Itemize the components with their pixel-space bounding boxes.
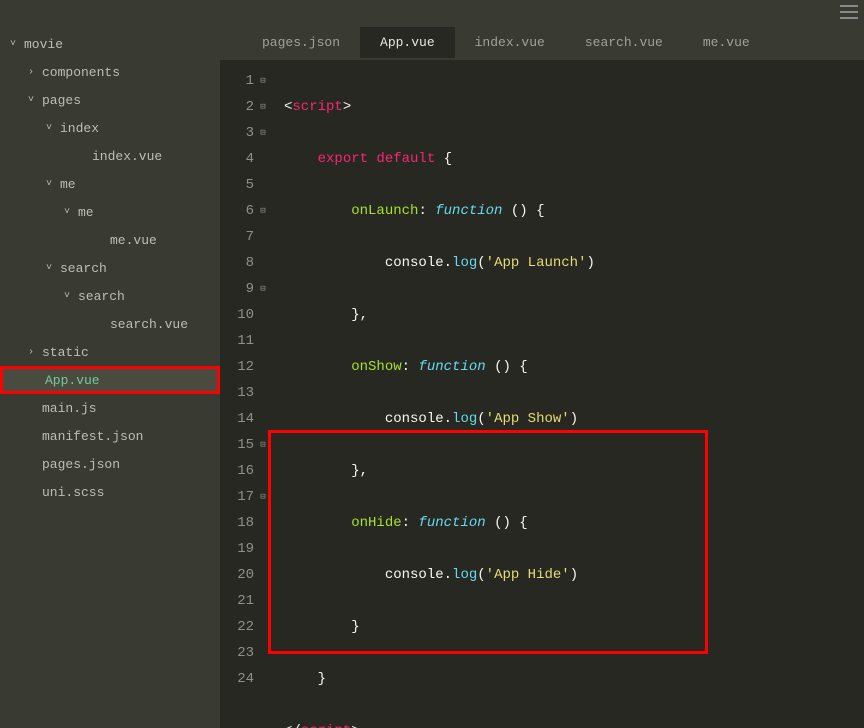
tab-pages-json[interactable]: pages.json [242, 27, 360, 58]
tree-folder-static[interactable]: › static [0, 338, 220, 366]
chevron-down-icon: ˅ [44, 263, 54, 274]
tree-folder-pages[interactable]: ˅ pages [0, 86, 220, 114]
tree-folder-index[interactable]: ˅ index [0, 114, 220, 142]
tree-label: App.vue [45, 373, 100, 388]
code-editor[interactable]: 1⊟ 2⊟ 3⊟ 4 5 6⊟ 7 8 9⊟ 10 11 12 13 14 15… [220, 60, 864, 728]
chevron-down-icon: ˅ [8, 39, 18, 50]
tab-me-vue[interactable]: me.vue [683, 27, 770, 58]
tree-label: search [60, 261, 107, 276]
tree-label: uni.scss [42, 485, 104, 500]
tree-label: main.js [42, 401, 97, 416]
tree-file-pages-json[interactable]: pages.json [0, 450, 220, 478]
tree-label: index [60, 121, 99, 136]
tree-label: manifest.json [42, 429, 143, 444]
tree-label: movie [24, 37, 63, 52]
tree-label: pages [42, 93, 81, 108]
editor-pane: pages.json App.vue index.vue search.vue … [220, 24, 864, 728]
tree-label: search [78, 289, 125, 304]
tree-label: search.vue [110, 317, 188, 332]
chevron-down-icon: ˅ [44, 179, 54, 190]
tree-file-uni-scss[interactable]: uni.scss [0, 478, 220, 506]
code-content[interactable]: <script> export default { onLaunch: func… [276, 60, 595, 728]
menubar [0, 0, 864, 24]
tree-file-manifest-json[interactable]: manifest.json [0, 422, 220, 450]
chevron-right-icon: › [26, 347, 36, 358]
tree-folder-root[interactable]: ˅ movie [0, 30, 220, 58]
tab-index-vue[interactable]: index.vue [455, 27, 565, 58]
tree-label: static [42, 345, 89, 360]
tree-file-app-vue[interactable]: App.vue [0, 366, 220, 394]
tree-label: me [60, 177, 76, 192]
main-area: ˅ movie › components ˅ pages ˅ index ind… [0, 24, 864, 728]
tab-search-vue[interactable]: search.vue [565, 27, 683, 58]
chevron-down-icon: ˅ [26, 95, 36, 106]
tree-label: index.vue [92, 149, 162, 164]
chevron-down-icon: ˅ [44, 123, 54, 134]
tree-folder-me[interactable]: ˅ me [0, 170, 220, 198]
tree-label: pages.json [42, 457, 120, 472]
chevron-right-icon: › [26, 67, 36, 78]
tree-folder-components[interactable]: › components [0, 58, 220, 86]
tree-label: me.vue [110, 233, 157, 248]
tree-label: me [78, 205, 94, 220]
chevron-down-icon: ˅ [62, 207, 72, 218]
tree-folder-search-inner[interactable]: ˅ search [0, 282, 220, 310]
tree-file-search-vue[interactable]: search.vue [0, 310, 220, 338]
chevron-down-icon: ˅ [62, 291, 72, 302]
tab-bar[interactable]: pages.json App.vue index.vue search.vue … [220, 24, 864, 60]
tree-file-main-js[interactable]: main.js [0, 394, 220, 422]
tree-folder-search[interactable]: ˅ search [0, 254, 220, 282]
tree-label: components [42, 65, 120, 80]
tree-file-index-vue[interactable]: index.vue [0, 142, 220, 170]
sidebar-toggle-icon[interactable] [840, 5, 858, 19]
line-number-gutter: 1⊟ 2⊟ 3⊟ 4 5 6⊟ 7 8 9⊟ 10 11 12 13 14 15… [220, 60, 276, 728]
tree-file-me-vue[interactable]: me.vue [0, 226, 220, 254]
file-explorer[interactable]: ˅ movie › components ˅ pages ˅ index ind… [0, 24, 220, 728]
tab-app-vue[interactable]: App.vue [360, 27, 455, 58]
tree-folder-me-inner[interactable]: ˅ me [0, 198, 220, 226]
